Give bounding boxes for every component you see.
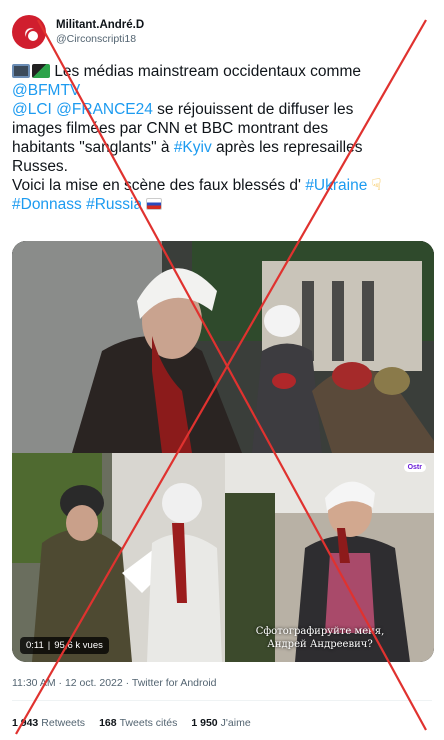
video-frame-top (12, 241, 434, 453)
mention-france24[interactable]: @FRANCE24 (56, 101, 153, 118)
tweet-line-7: Voici la mise en scène des faux blessés … (12, 176, 436, 195)
tweet-line-3: @LCI @FRANCE24 se réjouissent de diffuse… (12, 100, 436, 119)
author-handle[interactable]: @Circonscripti18 (56, 33, 144, 45)
tweet-text-segment: après les represailles (211, 139, 363, 156)
video-subtitle: Сфотографируйте меня, Андрей Андреевич? (250, 625, 390, 651)
meta-separator: · (125, 677, 130, 689)
retweets-label: Retweets (41, 717, 86, 729)
hashtag-kyiv[interactable]: #Kyiv (174, 139, 212, 156)
hashtag-ukraine[interactable]: #Ukraine (305, 177, 367, 194)
retweets-stat[interactable]: 1 943 Retweets (12, 717, 85, 729)
clapperboard-icon (32, 64, 50, 78)
tweet-source[interactable]: Twitter for Android (132, 677, 217, 689)
video-overlay-stats: 0:11 | 95,6 k vues (20, 637, 109, 654)
video-time: 0:11 (26, 640, 44, 651)
video-separator: | (47, 640, 51, 651)
likes-stat[interactable]: 1 950 J'aime (191, 717, 250, 729)
avatar[interactable] (12, 15, 46, 49)
likes-count: 1 950 (191, 717, 218, 729)
tweet-meta: 11:30 AM · 12 oct. 2022 · Twitter for An… (12, 677, 217, 689)
tweet-line-8: #Donnass #Russia (12, 195, 436, 214)
tweet-text-segment: se réjouissent de diffuser les (152, 101, 354, 118)
video-views: 95,6 k vues (54, 640, 103, 651)
russia-flag-icon (146, 198, 163, 210)
subtitle-line-2: Андрей Андреевич? (267, 639, 373, 650)
hashtag-donnass[interactable]: #Donnass (12, 196, 82, 213)
tweet-text-segment: Voici la mise en scène des faux blessés … (12, 177, 306, 194)
tweet-text-segment: habitants "sanglants" à (12, 139, 174, 156)
video-watermark: Ostr (403, 463, 426, 472)
quotes-count: 168 (99, 717, 117, 729)
tweet-line-4: images filmées par CNN et BBC montrant d… (12, 120, 329, 137)
retweets-count: 1 943 (12, 717, 39, 729)
tweet-header: Militant.André.D @Circonscripti18 (12, 12, 432, 52)
tweet-line-1: Les médias mainstream occidentaux comme (12, 62, 436, 81)
hashtag-russia[interactable]: #Russia (86, 196, 142, 213)
tweet-line-2: @BFMTV (12, 81, 436, 100)
tweet-date[interactable]: 12 oct. 2022 (65, 677, 123, 689)
television-icon (12, 64, 30, 78)
quotes-stat[interactable]: 168 Tweets cités (99, 717, 177, 729)
likes-label: J'aime (220, 717, 251, 729)
mention-bfmtv[interactable]: @BFMTV (12, 82, 80, 99)
quotes-label: Tweets cités (119, 717, 178, 729)
tweet-time[interactable]: 11:30 AM (12, 677, 56, 689)
tweet-line-5: habitants "sanglants" à #Kyiv après les … (12, 138, 436, 157)
tweet-stats: 1 943 Retweets 168 Tweets cités 1 950 J'aim… (12, 717, 251, 729)
pointing-down-hand-icon: ☟ (371, 177, 382, 194)
meta-separator: · (58, 677, 63, 689)
author-names: Militant.André.D @Circonscripti18 (56, 19, 144, 45)
mention-lci[interactable]: @LCI (12, 101, 52, 118)
tweet: Militant.André.D @Circonscripti18 Les mé… (0, 0, 444, 740)
video-frame-bottom-left (12, 453, 225, 662)
tweet-text: Les médias mainstream occidentaux comme … (12, 62, 436, 214)
subtitle-line-1: Сфотографируйте меня, (255, 626, 385, 637)
divider (12, 700, 432, 701)
video-player[interactable]: 0:11 | 95,6 k vues (12, 241, 434, 662)
tweet-text-segment: Les médias mainstream occidentaux comme (54, 63, 361, 80)
author-display-name[interactable]: Militant.André.D (56, 19, 144, 31)
tweet-line-6: Russes. (12, 158, 68, 175)
